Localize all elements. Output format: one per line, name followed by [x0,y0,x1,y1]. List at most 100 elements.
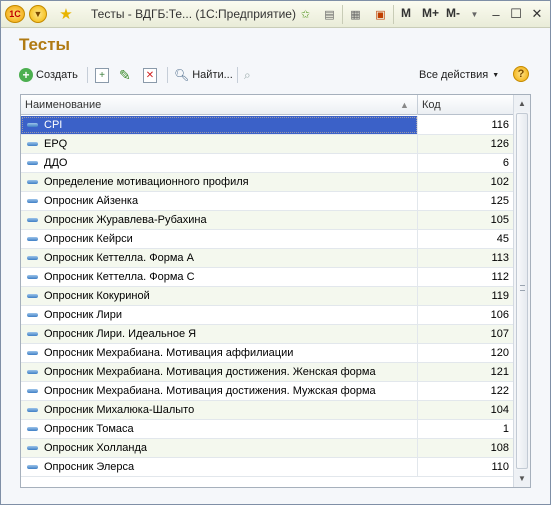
cell-code[interactable]: 126 [418,135,513,153]
scrollbar-thumb[interactable] [516,113,528,469]
print-icon[interactable]: ▤ [321,6,338,23]
table-row[interactable]: Опросник Кейрси 45 [21,230,513,249]
cell-code[interactable]: 102 [418,173,513,191]
cell-code[interactable]: 105 [418,211,513,229]
cell-code[interactable]: 120 [418,344,513,362]
item-icon [27,142,38,146]
cell-code[interactable]: 6 [418,154,513,172]
tests-table[interactable]: Наименование ▲ Код CPI 116 EPQ 126 ДДО 6 Опред… [20,94,531,488]
cell-name[interactable]: Опросник Кеттелла. Форма А [21,249,418,267]
calculator-icon[interactable]: ▦ [347,6,364,23]
cell-code[interactable]: 45 [418,230,513,248]
cell-code[interactable]: 125 [418,192,513,210]
table-row[interactable]: Опросник Михалюка-Шалыто 104 [21,401,513,420]
calendar-icon[interactable]: ▣ [372,6,389,23]
cell-name[interactable]: Опросник Мехрабиана. Мотивация достижени… [21,382,418,400]
column-header-name[interactable]: Наименование [21,95,418,115]
column-header-code[interactable]: Код [418,95,513,115]
cell-name[interactable]: Опросник Холланда [21,439,418,457]
page-title: Тесты [19,35,71,54]
close-icon[interactable]: ✕ [528,5,546,23]
item-icon [27,389,38,393]
table-row[interactable]: Опросник Холланда 108 [21,439,513,458]
cell-code[interactable]: 122 [418,382,513,400]
table-row[interactable]: ДДО 6 [21,154,513,173]
cancel-search-button[interactable]: ⌕ [244,65,251,85]
cell-name[interactable]: Опросник Кеттелла. Форма С [21,268,418,286]
cell-name[interactable]: Опросник Михалюка-Шалыто [21,401,418,419]
delete-mark-button[interactable]: ✕ [143,65,157,85]
scroll-up-icon[interactable]: ▲ [514,95,530,112]
table-row[interactable]: Опросник Мехрабиана. Мотивация достижени… [21,382,513,401]
maximize-icon[interactable]: ☐ [507,5,525,23]
cell-name[interactable]: Опросник Кейрси [21,230,418,248]
edit-button[interactable]: ✎ [119,65,131,85]
copy-button[interactable]: + [95,65,109,85]
memory-add-button[interactable]: M+ [422,6,439,20]
cell-name[interactable]: Определение мотивационного профиля [21,173,418,191]
table-row[interactable]: Опросник Журавлева-Рубахина 105 [21,211,513,230]
title-bar: 1С ▼ ★ Тесты - ВДГБ:Те... (1С:Предприяти… [1,1,550,28]
table-row[interactable]: Опросник Лири 106 [21,306,513,325]
item-icon [27,275,38,279]
table-row[interactable]: Опросник Кеттелла. Форма С 112 [21,268,513,287]
cell-name[interactable]: Опросник Томаса [21,420,418,438]
cell-name[interactable]: Опросник Журавлева-Рубахина [21,211,418,229]
item-icon [27,351,38,355]
cell-code[interactable]: 119 [418,287,513,305]
cell-code[interactable]: 110 [418,458,513,476]
add-favorite-icon[interactable]: ✩ [297,6,314,23]
table-row[interactable]: Опросник Айзенка 125 [21,192,513,211]
cell-name[interactable]: EPQ [21,135,418,153]
help-icon[interactable]: ? [513,66,529,82]
cell-name[interactable]: CPI [21,116,418,134]
row-name-text: Опросник Томаса [44,423,134,435]
cell-name[interactable]: Опросник Элерса [21,458,418,476]
item-icon [27,199,38,203]
cell-name[interactable]: Опросник Лири [21,306,418,324]
cell-code[interactable]: 108 [418,439,513,457]
cell-code[interactable]: 106 [418,306,513,324]
table-row[interactable]: Опросник Элерса 110 [21,458,513,477]
cell-name[interactable]: Опросник Лири. Идеальное Я [21,325,418,343]
row-name-text: Опросник Кейрси [44,233,133,245]
item-icon [27,446,38,450]
scroll-down-icon[interactable]: ▼ [514,470,530,487]
item-icon [27,294,38,298]
cell-name[interactable]: Опросник Кокуриной [21,287,418,305]
table-row[interactable]: EPQ 126 [21,135,513,154]
minimize-icon[interactable]: – [487,5,505,23]
cell-code[interactable]: 116 [418,116,513,134]
row-name-text: Опросник Мехрабиана. Мотивация достижени… [44,366,376,378]
cell-name[interactable]: Опросник Мехрабиана. Мотивация достижени… [21,363,418,381]
table-row[interactable]: Определение мотивационного профиля 102 [21,173,513,192]
table-row[interactable]: Опросник Лири. Идеальное Я 107 [21,325,513,344]
table-row[interactable]: CPI 116 [21,116,513,135]
table-row[interactable]: Опросник Кеттелла. Форма А 113 [21,249,513,268]
cell-code[interactable]: 112 [418,268,513,286]
favorite-star-icon[interactable]: ★ [57,5,75,23]
cell-code[interactable]: 1 [418,420,513,438]
app-logo-icon[interactable]: 1С [5,5,25,23]
cell-code[interactable]: 104 [418,401,513,419]
table-row[interactable]: Опросник Мехрабиана. Мотивация достижени… [21,363,513,382]
all-actions-button[interactable]: Все действия ▼ [419,65,499,85]
item-icon [27,465,38,469]
table-row[interactable]: Опросник Томаса 1 [21,420,513,439]
separator [87,67,88,83]
app-menu-icon[interactable]: ▼ [29,5,47,23]
cell-code[interactable]: 113 [418,249,513,267]
create-button[interactable]: + Создать [19,65,78,85]
cell-code[interactable]: 121 [418,363,513,381]
cell-name[interactable]: Опросник Айзенка [21,192,418,210]
find-button[interactable]: 🔍︎ Найти... [174,65,233,85]
cell-code[interactable]: 107 [418,325,513,343]
table-row[interactable]: Опросник Мехрабиана. Мотивация аффилиаци… [21,344,513,363]
cell-name[interactable]: Опросник Мехрабиана. Мотивация аффилиаци… [21,344,418,362]
chevron-down-icon[interactable]: ▼ [466,6,483,23]
memory-subtract-button[interactable]: M- [446,6,460,20]
table-row[interactable]: Опросник Кокуриной 119 [21,287,513,306]
cell-name[interactable]: ДДО [21,154,418,172]
memory-recall-button[interactable]: M [401,6,411,20]
vertical-scrollbar[interactable]: ▲ ▼ [513,95,530,487]
